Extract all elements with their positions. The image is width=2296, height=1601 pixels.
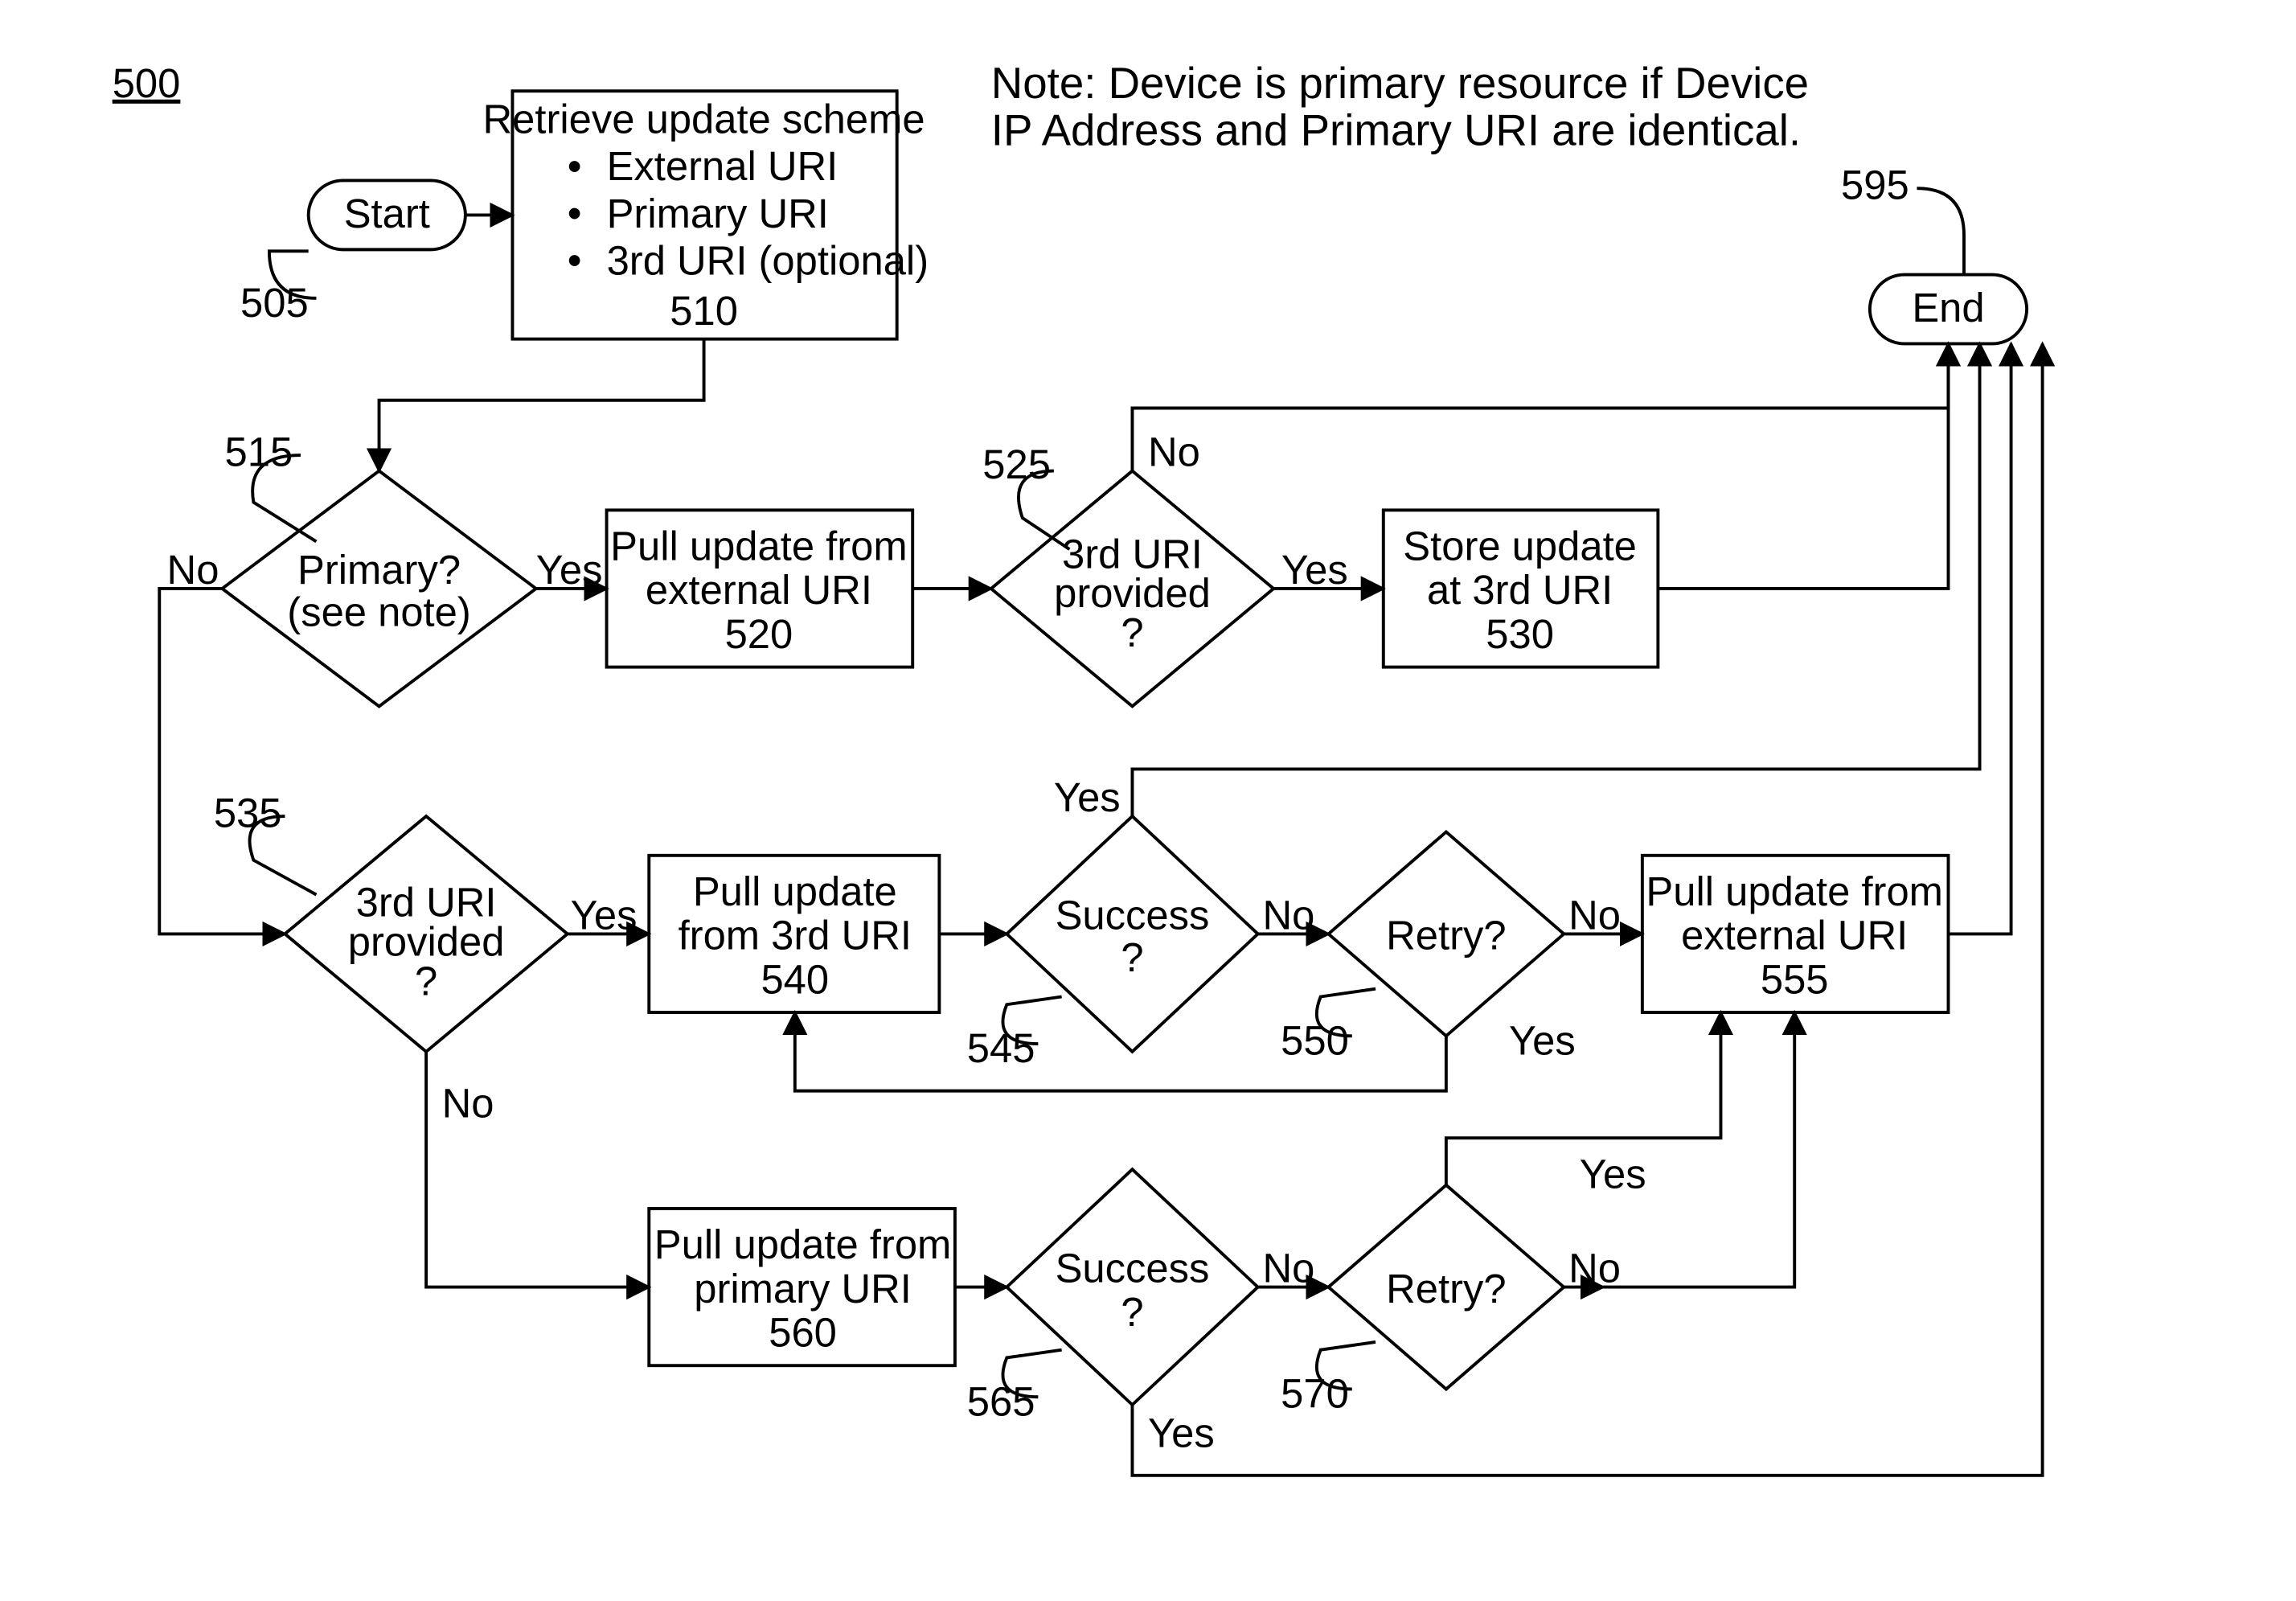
label-535-no: No: [442, 1081, 494, 1127]
svg-text:530: 530: [1486, 611, 1554, 657]
decision-uri-525: 3rd URI provided ?: [991, 471, 1273, 707]
note-line2: IP Address and Primary URI are identical…: [991, 105, 1801, 154]
process-pull-ext-555: Pull update from external URI 555: [1642, 856, 1949, 1012]
svg-text:external URI: external URI: [646, 567, 872, 613]
ref-595: 595: [1841, 162, 1909, 208]
svg-text:external URI: external URI: [1681, 913, 1908, 959]
svg-text:3rd URI (optional): 3rd URI (optional): [607, 237, 929, 283]
decision-retry-550: Retry?: [1328, 832, 1564, 1037]
label-570-yes: Yes: [1580, 1151, 1646, 1197]
svg-text:Pull update: Pull update: [693, 868, 897, 914]
svg-text:560: 560: [769, 1310, 837, 1356]
process-pull-ext-520: Pull update from external URI 520: [607, 510, 913, 667]
svg-text:?: ?: [415, 958, 437, 1004]
lead-595: [1917, 188, 1964, 274]
svg-text:510: 510: [670, 288, 738, 334]
label-515-no: No: [167, 547, 219, 593]
decision-success-565: Success ?: [1007, 1169, 1257, 1405]
svg-text:End: End: [1912, 285, 1984, 330]
svg-text:?: ?: [1121, 610, 1143, 655]
flowchart: 500 Note: Device is primary resource if …: [0, 0, 2296, 1601]
end-terminator: End: [1870, 275, 2027, 344]
decision-retry-570: Retry?: [1328, 1185, 1564, 1390]
svg-text:520: 520: [725, 611, 793, 657]
svg-text:•: •: [568, 237, 582, 283]
svg-text:Pull update from: Pull update from: [1646, 868, 1943, 914]
edge-515-no-535: [159, 589, 285, 934]
ref-505: 505: [240, 280, 309, 326]
decision-primary-515: Primary? (see note): [222, 471, 535, 707]
ref-545: 545: [967, 1025, 1035, 1071]
svg-text:Success: Success: [1056, 892, 1210, 938]
label-545-yes: Yes: [1054, 774, 1121, 820]
svg-text:Success: Success: [1056, 1245, 1210, 1291]
edge-570-no-555: [1603, 1012, 1794, 1287]
label-515-yes: Yes: [536, 547, 603, 593]
svg-text:at 3rd URI: at 3rd URI: [1427, 567, 1613, 613]
process-store-530: Store update at 3rd URI 530: [1384, 510, 1658, 667]
svg-text:?: ?: [1121, 1289, 1143, 1335]
svg-text:•: •: [568, 191, 582, 236]
svg-text:Retrieve update scheme: Retrieve update scheme: [483, 96, 925, 142]
label-535-yes: Yes: [571, 892, 638, 938]
label-525-yes: Yes: [1281, 547, 1348, 593]
label-525-no: No: [1148, 429, 1200, 474]
svg-text:540: 540: [761, 956, 829, 1002]
figure-number: 500: [113, 60, 181, 106]
ref-515: 515: [224, 429, 293, 474]
label-565-no: No: [1262, 1245, 1314, 1291]
svg-text:Pull update from: Pull update from: [610, 523, 908, 569]
ref-570: 570: [1281, 1371, 1349, 1417]
svg-text:External URI: External URI: [607, 143, 838, 189]
svg-text:(see note): (see note): [287, 589, 470, 635]
start-terminator: Start: [309, 180, 465, 249]
svg-text:Retry?: Retry?: [1386, 913, 1506, 959]
svg-text:555: 555: [1761, 956, 1829, 1002]
ref-550: 550: [1281, 1017, 1349, 1063]
note-line1: Note: Device is primary resource if Devi…: [991, 59, 1809, 108]
ref-525: 525: [982, 441, 1051, 487]
svg-text:Store update: Store update: [1403, 523, 1637, 569]
svg-text:•: •: [568, 143, 582, 189]
process-pull-primary-560: Pull update from primary URI 560: [649, 1209, 955, 1365]
label-550-yes: Yes: [1509, 1017, 1576, 1063]
process-pull-3rd-540: Pull update from 3rd URI 540: [649, 856, 939, 1012]
label-550-no: No: [1568, 892, 1621, 938]
label-565-yes: Yes: [1148, 1410, 1215, 1455]
label-570-no: No: [1568, 1245, 1621, 1291]
process-retrieve-510: Retrieve update scheme • External URI • …: [483, 91, 929, 339]
svg-text:Pull update from: Pull update from: [654, 1221, 952, 1267]
svg-text:Retry?: Retry?: [1386, 1266, 1506, 1312]
svg-text:from 3rd URI: from 3rd URI: [679, 913, 912, 959]
svg-text:Primary?: Primary?: [297, 547, 461, 593]
edge-510-515: [379, 339, 704, 471]
svg-text:?: ?: [1121, 934, 1143, 980]
decision-success-545: Success ?: [1007, 816, 1257, 1052]
svg-text:Primary URI: Primary URI: [607, 191, 829, 236]
edge-530-end: [1658, 343, 1948, 589]
svg-text:Start: Start: [344, 191, 430, 236]
svg-text:primary URI: primary URI: [694, 1266, 912, 1312]
ref-535: 535: [214, 790, 282, 835]
decision-uri-535: 3rd URI provided ?: [285, 816, 567, 1052]
edge-525-no-end: [1132, 343, 1948, 470]
ref-565: 565: [967, 1378, 1035, 1424]
label-545-no: No: [1262, 892, 1314, 938]
